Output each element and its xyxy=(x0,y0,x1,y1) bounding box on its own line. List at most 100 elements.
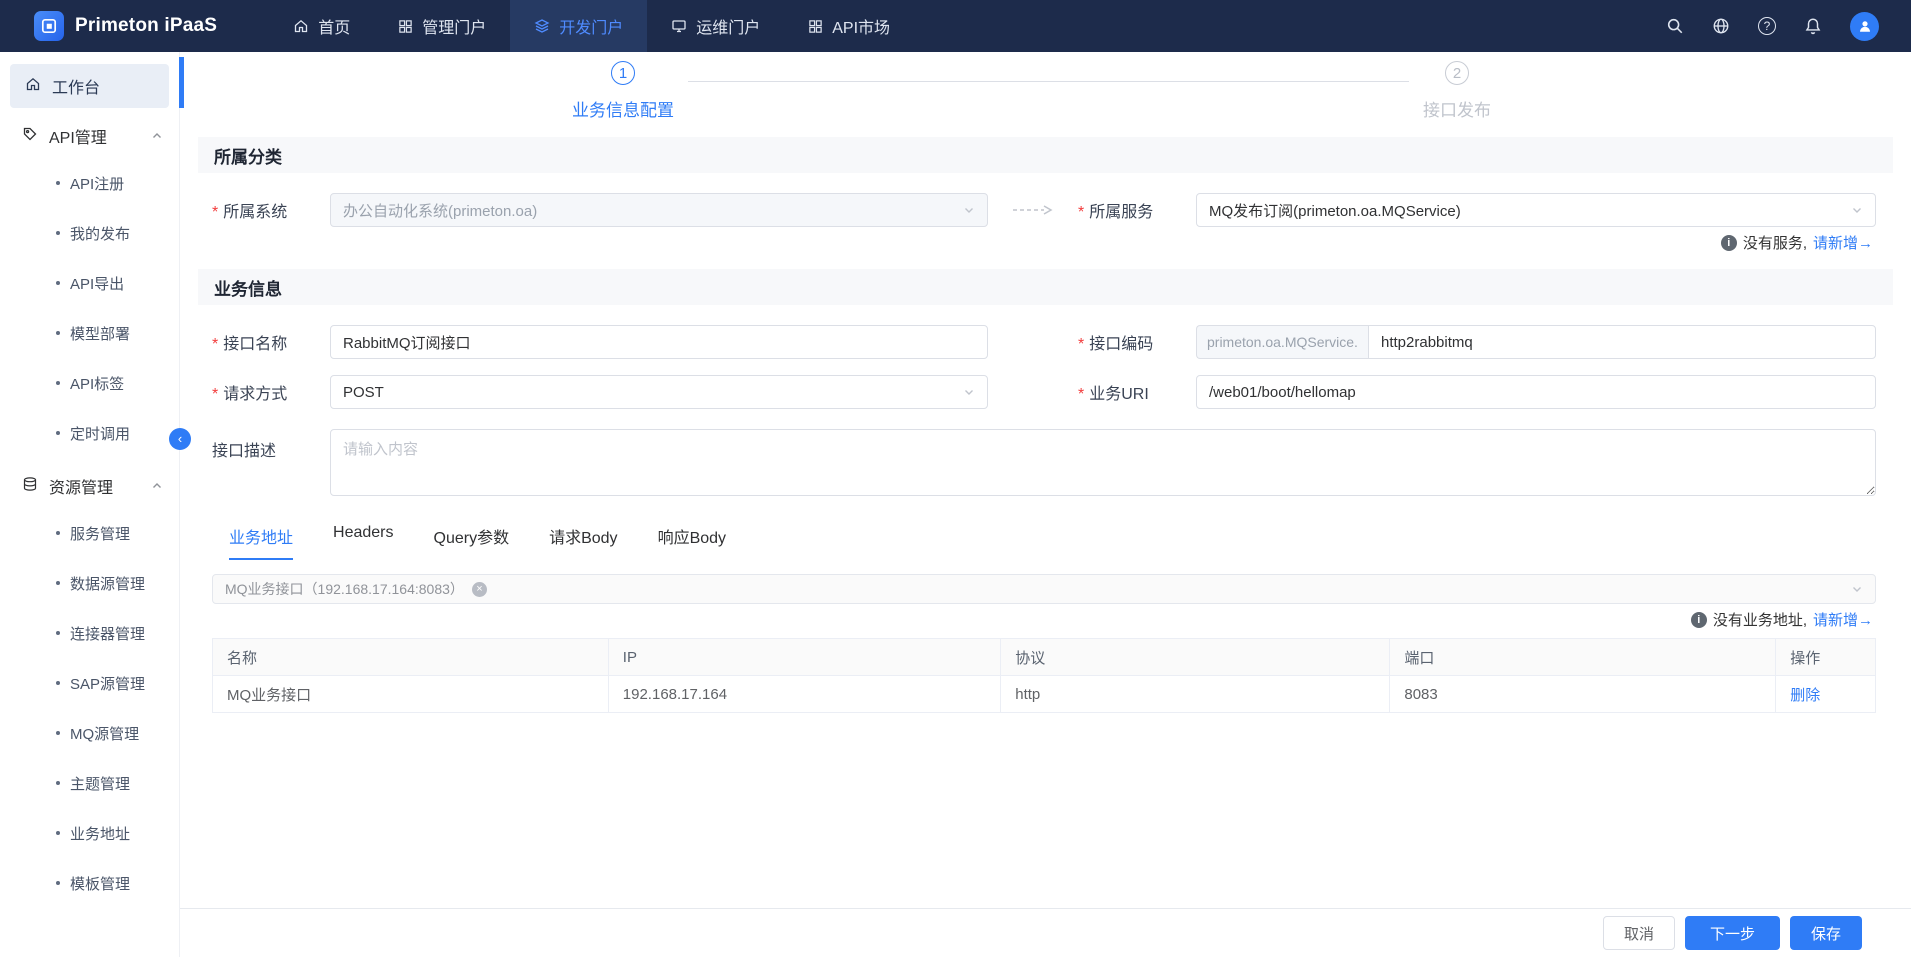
nav-item-api-market[interactable]: API市场 xyxy=(784,0,914,52)
sidebar-item-topic-management[interactable]: 主题管理 xyxy=(0,758,179,808)
api-name-input[interactable] xyxy=(330,325,988,359)
sidebar-item-label: API标签 xyxy=(70,373,124,394)
sidebar-item-template-management[interactable]: 模板管理 xyxy=(0,858,179,908)
sidebar-item-business-address[interactable]: 业务地址 xyxy=(0,808,179,858)
uri-input[interactable] xyxy=(1196,375,1876,409)
nav-item-label: 管理门户 xyxy=(422,14,486,38)
sidebar-item-service-management[interactable]: 服务管理 xyxy=(0,508,179,558)
bullet-dot xyxy=(56,631,60,635)
bullet-dot xyxy=(56,781,60,785)
next-step-button[interactable]: 下一步 xyxy=(1685,916,1780,950)
section-title-business: 业务信息 xyxy=(198,269,1893,305)
cell-protocol: http xyxy=(1001,676,1390,713)
sidebar-item-sap-source-management[interactable]: SAP源管理 xyxy=(0,658,179,708)
chevron-down-icon xyxy=(963,204,975,216)
system-select-value: 办公自动化系统(primeton.oa) xyxy=(343,200,537,221)
chevron-down-icon xyxy=(1851,204,1863,216)
cell-name: MQ业务接口 xyxy=(213,676,609,713)
uri-label: 业务URI xyxy=(1078,380,1196,404)
bullet-dot xyxy=(56,731,60,735)
sidebar-item-model-deploy[interactable]: 模型部署 xyxy=(0,308,179,358)
col-port: 端口 xyxy=(1390,639,1776,676)
detail-tabs: 业务地址 Headers Query参数 请求Body 响应Body xyxy=(229,524,1876,560)
sidebar-item-label: 工作台 xyxy=(52,74,100,98)
no-address-hint: 没有业务地址, 请新增→ xyxy=(180,609,1873,630)
nav-item-home[interactable]: 首页 xyxy=(269,0,374,52)
no-service-hint: 没有服务, 请新增→ xyxy=(180,232,1873,253)
navbar-actions xyxy=(1666,12,1911,41)
brand[interactable]: Primeton iPaaS xyxy=(0,11,243,41)
tab-business-address[interactable]: 业务地址 xyxy=(229,524,293,560)
primary-nav: 首页 管理门户 开发门户 运维门户 API市场 xyxy=(269,0,914,52)
tab-request-body[interactable]: 请求Body xyxy=(549,524,617,560)
step-label: 业务信息配置 xyxy=(572,96,674,121)
sidebar-item-datasource-management[interactable]: 数据源管理 xyxy=(0,558,179,608)
grid-icon xyxy=(808,19,823,34)
database-icon xyxy=(22,476,38,497)
sidebar-item-api-tags[interactable]: API标签 xyxy=(0,358,179,408)
sidebar-item-mq-source-management[interactable]: MQ源管理 xyxy=(0,708,179,758)
chevron-up-icon xyxy=(151,130,163,142)
nav-item-label: API市场 xyxy=(832,14,890,38)
tab-query-params[interactable]: Query参数 xyxy=(434,524,510,560)
nav-item-label: 首页 xyxy=(318,14,350,38)
sidebar-item-workbench[interactable]: 工作台 xyxy=(10,64,169,108)
remove-tag-icon[interactable] xyxy=(472,582,487,597)
delete-row-link[interactable]: 删除 xyxy=(1790,687,1820,704)
logo-icon xyxy=(34,11,64,41)
chevron-down-icon xyxy=(1851,583,1863,595)
search-icon[interactable] xyxy=(1666,17,1684,35)
method-uri-row: 请求方式 POST 业务URI xyxy=(212,375,1876,409)
service-select[interactable]: MQ发布订阅(primeton.oa.MQService) xyxy=(1196,193,1876,227)
api-code-input[interactable] xyxy=(1368,325,1876,359)
nav-item-management-portal[interactable]: 管理门户 xyxy=(374,0,510,52)
globe-icon[interactable] xyxy=(1712,17,1730,35)
sidebar-collapse-button[interactable] xyxy=(169,428,191,450)
sidebar-item-label: 主题管理 xyxy=(70,773,130,794)
sidebar-item-label: 业务地址 xyxy=(70,823,130,844)
business-address-select[interactable]: MQ业务接口（192.168.17.164:8083） xyxy=(212,574,1876,604)
add-address-link[interactable]: 请新增→ xyxy=(1813,609,1873,630)
nav-item-ops-portal[interactable]: 运维门户 xyxy=(647,0,784,52)
description-row: 接口描述 xyxy=(212,429,1876,496)
chevron-up-icon xyxy=(151,480,163,492)
sidebar-group-api-management[interactable]: API管理 xyxy=(0,114,179,158)
tag-icon xyxy=(22,126,38,147)
description-label: 接口描述 xyxy=(212,429,330,461)
sidebar-item-label: 定时调用 xyxy=(70,423,130,444)
help-icon[interactable] xyxy=(1758,17,1776,35)
save-button[interactable]: 保存 xyxy=(1790,916,1862,950)
sidebar-item-label: API导出 xyxy=(70,273,124,294)
info-icon xyxy=(1691,612,1707,628)
service-label: 所属服务 xyxy=(1078,198,1196,222)
sidebar: 工作台 API管理 API注册 我的发布 API导出 模型部署 API标签 定时… xyxy=(0,52,180,957)
step-connector-line xyxy=(688,81,1409,82)
description-textarea[interactable] xyxy=(330,429,1876,496)
bullet-dot xyxy=(56,381,60,385)
cancel-button[interactable]: 取消 xyxy=(1603,916,1675,950)
content-accent-bar xyxy=(179,57,184,108)
nav-item-dev-portal[interactable]: 开发门户 xyxy=(510,0,647,52)
sidebar-item-api-register[interactable]: API注册 xyxy=(0,158,179,208)
add-service-link[interactable]: 请新增→ xyxy=(1813,232,1873,253)
tab-headers[interactable]: Headers xyxy=(333,524,393,560)
bullet-dot xyxy=(56,581,60,585)
sidebar-item-label: SAP源管理 xyxy=(70,673,145,694)
col-protocol: 协议 xyxy=(1001,639,1390,676)
category-form-row: 所属系统 办公自动化系统(primeton.oa) 所属服务 MQ发布订阅(pr… xyxy=(212,193,1876,227)
api-name-label: 接口名称 xyxy=(212,330,330,354)
api-code-prefix: primeton.oa.MQService. xyxy=(1196,325,1368,359)
sidebar-item-scheduled-call[interactable]: 定时调用 xyxy=(0,408,179,458)
avatar[interactable] xyxy=(1850,12,1879,41)
sidebar-item-connector-management[interactable]: 连接器管理 xyxy=(0,608,179,658)
info-icon xyxy=(1721,235,1737,251)
sidebar-item-my-publish[interactable]: 我的发布 xyxy=(0,208,179,258)
system-select[interactable]: 办公自动化系统(primeton.oa) xyxy=(330,193,988,227)
bullet-dot xyxy=(56,831,60,835)
bell-icon[interactable] xyxy=(1804,17,1822,35)
method-select[interactable]: POST xyxy=(330,375,988,409)
step-business-config: 1 业务信息配置 xyxy=(572,61,674,121)
sidebar-item-api-export[interactable]: API导出 xyxy=(0,258,179,308)
sidebar-group-resource-management[interactable]: 资源管理 xyxy=(0,464,179,508)
tab-response-body[interactable]: 响应Body xyxy=(658,524,726,560)
